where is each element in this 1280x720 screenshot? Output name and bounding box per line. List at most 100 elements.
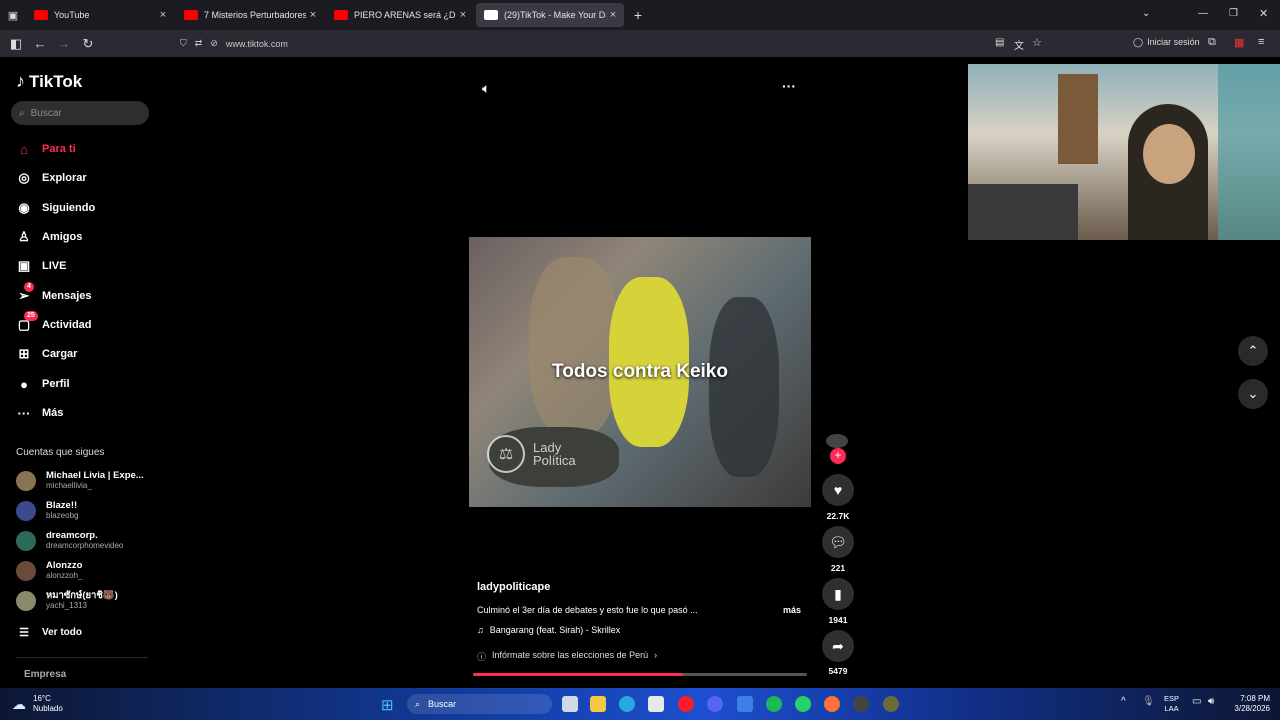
followed-account[interactable]: หมาซักษ์(ยาชิ🐻) yachi_1313 (16, 590, 146, 611)
avatar (16, 530, 36, 551)
file-explorer-icon[interactable] (590, 696, 606, 712)
clock[interactable]: 7:08 PM 3/28/2026 (1228, 694, 1270, 714)
save-button[interactable]: ▮ (822, 578, 854, 610)
music-link[interactable]: ♫ Bangarang (feat. Sirah) - Skrillex (477, 625, 620, 635)
avatar (16, 590, 36, 611)
speaker-icon[interactable]: 🔊︎ (1208, 696, 1214, 707)
language-indicator[interactable]: ESP LAA (1164, 694, 1179, 714)
browser-tab[interactable]: 7 Misterios Perturbadores D × (176, 3, 324, 27)
tab-manager-icon[interactable]: ▣ (0, 9, 26, 22)
task-view-icon[interactable] (562, 696, 578, 712)
obs-icon[interactable] (853, 696, 869, 712)
tab-list-chevron-icon[interactable]: ⌄ (1142, 8, 1150, 19)
tray-chevron-icon[interactable]: ^ (1121, 696, 1126, 707)
microphone-icon[interactable]: 🎙︎ (1142, 696, 1155, 707)
more-options-icon[interactable]: ··· (782, 78, 796, 94)
volume-icon[interactable]: 🔈︎ (482, 80, 490, 97)
comment-button[interactable]: 💬︎ (822, 526, 854, 558)
app-icon-2[interactable] (883, 696, 899, 712)
shield-icon[interactable]: ⛉ (180, 38, 187, 49)
extensions-icon[interactable]: ⧉ (1208, 36, 1216, 49)
close-tab-icon[interactable]: × (306, 9, 320, 21)
video-author[interactable]: ladypoliticape (477, 581, 550, 593)
followed-account[interactable]: Michael Livia | Expe... michaellivia_ (16, 470, 146, 491)
close-tab-icon[interactable]: × (456, 9, 470, 21)
forward-button[interactable]: → (52, 36, 76, 51)
like-button[interactable]: ♥ (822, 474, 854, 506)
sidebar-nav-item[interactable]: ♙ Amigos (16, 227, 82, 247)
browser-tab[interactable]: YouTube × (26, 3, 174, 27)
store-icon[interactable] (648, 696, 664, 712)
close-tab-icon[interactable]: × (606, 9, 620, 21)
opera-icon[interactable] (678, 696, 694, 712)
sidebar-nav-item[interactable]: ··· Más (16, 403, 64, 423)
tiktok-logo[interactable]: ♪ TikTok (16, 71, 82, 92)
tracking-off-icon[interactable]: ⊘ (210, 38, 218, 49)
author-avatar[interactable] (826, 434, 848, 448)
discord-icon[interactable] (707, 696, 723, 712)
messages-icon: ➢ 4 (16, 282, 34, 304)
weather-temp: 16°C (33, 694, 51, 703)
video-progress-bar[interactable] (473, 673, 807, 676)
sidebar-nav-item[interactable]: ▢ 25 Actividad (16, 311, 92, 335)
maximize-button[interactable]: ❐ (1229, 8, 1238, 19)
followed-account[interactable]: Blaze!! blazeobg (16, 500, 146, 521)
signin-button[interactable]: ◯ Iniciar sesión (1133, 37, 1200, 48)
sidebar-nav-label: Actividad (42, 319, 92, 331)
next-video-button[interactable]: ⌄ (1238, 379, 1268, 409)
taskbar-search[interactable]: ⌕ Buscar (407, 694, 552, 714)
tab-favicon-icon (334, 10, 348, 20)
windows-start-icon[interactable]: ⊞ (381, 696, 394, 714)
extension-badge-icon[interactable]: ▦ (1234, 36, 1244, 49)
translate-icon[interactable]: 文 (1014, 37, 1024, 52)
edge-icon[interactable] (619, 696, 635, 712)
notification-badge: 25 (24, 311, 38, 321)
close-tab-icon[interactable]: × (156, 9, 170, 21)
spotify-icon[interactable] (766, 696, 782, 712)
firefox-icon[interactable] (824, 696, 840, 712)
bookmark-star-icon[interactable]: ☆ (1032, 36, 1042, 49)
sidebar-nav-item[interactable]: ⌂ Para ti (16, 139, 76, 159)
menu-icon[interactable]: ≡ (1258, 36, 1264, 48)
more-description-button[interactable]: más (783, 605, 801, 615)
reader-view-icon[interactable]: ▤ (995, 37, 1004, 48)
sidebar-nav-item[interactable]: ➢ 4 Mensajes (16, 282, 92, 306)
election-info-link[interactable]: ⓘ Infórmate sobre las elecciones de Perú… (477, 650, 657, 663)
share-button[interactable]: ➦ (822, 630, 854, 662)
sidebar-nav-item[interactable]: ◉ Siguiendo (16, 198, 95, 218)
network-icon[interactable]: ▭ (1192, 696, 1201, 707)
sidebar-nav-item[interactable]: ▣ LIVE (16, 256, 67, 276)
notification-badge: 4 (24, 282, 34, 292)
more-icon: ··· (17, 405, 31, 421)
sidebar-nav-label: LIVE (42, 260, 67, 272)
account-name: หมาซักษ์(ยาชิ🐻) (46, 590, 118, 601)
whatsapp-icon[interactable] (795, 696, 811, 712)
back-button[interactable]: ← (28, 36, 52, 51)
previous-video-button[interactable]: ⌃ (1238, 336, 1268, 366)
app-icon[interactable] (737, 696, 753, 712)
followed-account[interactable]: dreamcorp. dreamcorphomevideo (16, 530, 146, 551)
tab-favicon-icon (34, 10, 48, 20)
search-input[interactable]: ⌕ Buscar (11, 101, 149, 125)
sidebar-nav-item[interactable]: ◎ Explorar (16, 168, 86, 188)
browser-tab[interactable]: (29)TikTok - Make Your Day × (476, 3, 624, 27)
chevron-right-icon: › (654, 650, 658, 660)
footer-link-empresa[interactable]: Empresa (24, 669, 66, 680)
weather-widget[interactable]: 16°C Nublado (33, 694, 63, 714)
follow-plus-icon[interactable]: + (830, 448, 846, 464)
sidebar-nav-item[interactable]: ● Perfil (16, 374, 69, 394)
sidebar-nav-item[interactable]: ⊞ Cargar (16, 344, 78, 364)
permissions-icon[interactable]: ⇄ (195, 38, 203, 49)
video-player[interactable]: Todos contra Keiko ⚖ Lady Política (469, 237, 811, 507)
minimize-button[interactable]: — (1198, 8, 1208, 19)
account-handle: dreamcorphomevideo (46, 541, 124, 550)
followed-account[interactable]: Alonzzo alonzzoh_ (16, 560, 146, 581)
see-all-link[interactable]: ☰ Ver todo (16, 622, 82, 642)
browser-tab[interactable]: PIERO ARENAS será ¿DENU× (326, 3, 474, 27)
new-tab-button[interactable]: + (626, 7, 650, 23)
address-field[interactable]: www.tiktok.com (226, 39, 288, 49)
sidebar-toggle-icon[interactable]: ◧ (4, 36, 28, 52)
reload-button[interactable]: ↻ (76, 36, 100, 52)
close-window-button[interactable]: ✕ (1259, 7, 1268, 20)
tab-title: 7 Misterios Perturbadores D (204, 10, 306, 20)
